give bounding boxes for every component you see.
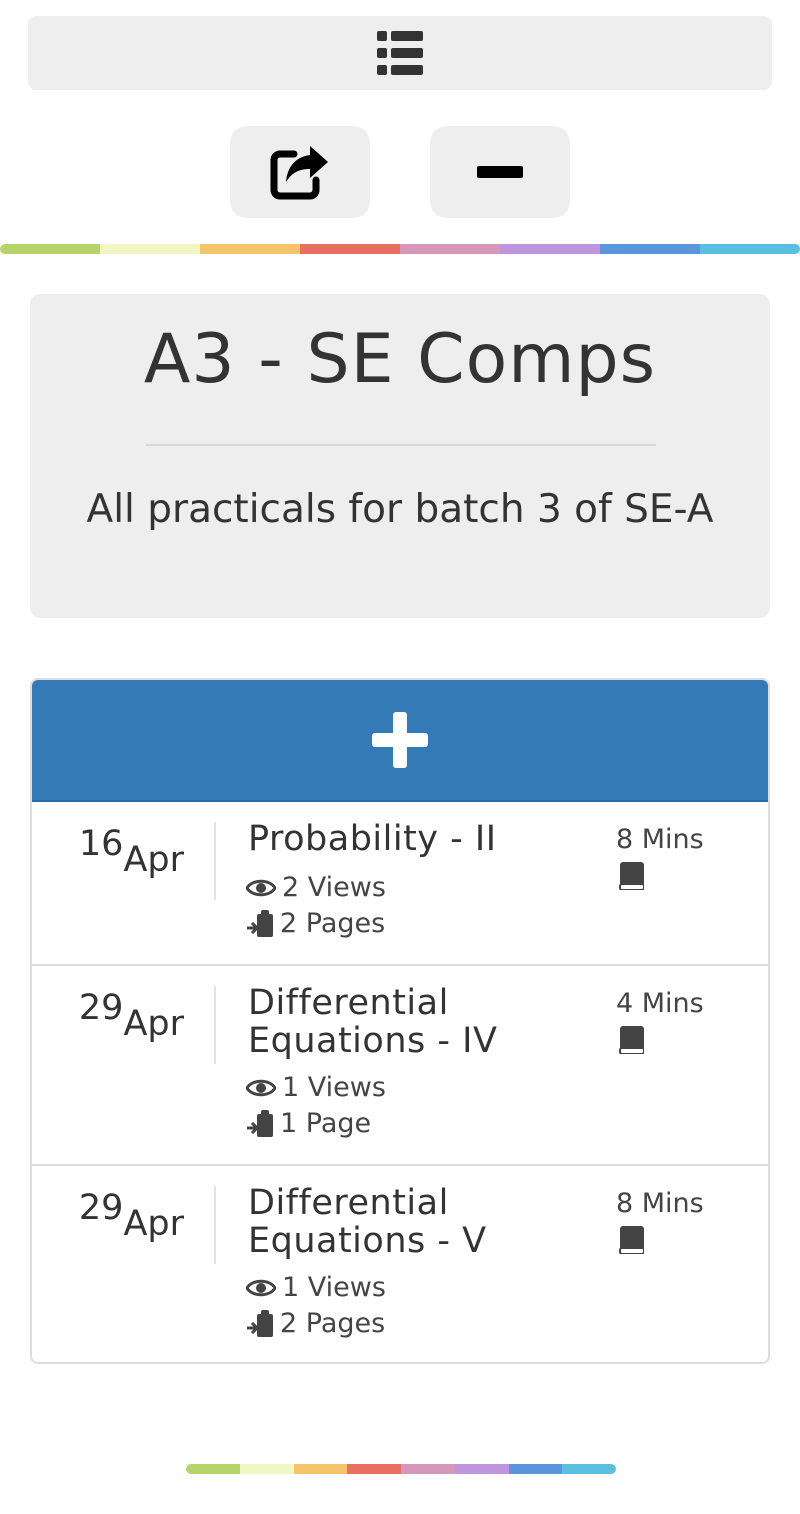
entry-title[interactable]: Differential Equations - IV [248, 984, 578, 1060]
eye-icon [246, 1079, 276, 1096]
divider [214, 986, 216, 1064]
entry-title[interactable]: Probability - II [248, 820, 578, 858]
entry-date: 29Apr [78, 1188, 184, 1244]
entry-date: 16Apr [78, 824, 184, 880]
list-item[interactable]: 16Apr Probability - II 2 Views 2 Pages 8… [32, 802, 768, 964]
entry-duration: 8 Mins [616, 824, 704, 855]
list-item[interactable]: 29Apr Differential Equations - V 1 Views… [32, 1164, 768, 1362]
plus-icon [372, 712, 428, 768]
entry-month: Apr [123, 1204, 184, 1244]
divider [214, 822, 216, 900]
minus-icon [477, 166, 523, 178]
clipboard-icon [247, 1309, 273, 1337]
entry-pages: 2 Pages [246, 908, 385, 939]
entry-title[interactable]: Differential Equations - V [248, 1184, 578, 1260]
remove-button[interactable] [430, 126, 570, 218]
eye-icon [246, 879, 276, 896]
clipboard-icon [247, 909, 273, 937]
entry-duration: 8 Mins [616, 1188, 704, 1219]
entry-views: 1 Views [246, 1272, 386, 1303]
entry-date: 29Apr [78, 988, 184, 1044]
entry-duration: 4 Mins [616, 988, 704, 1019]
header-divider [146, 444, 656, 446]
list-item[interactable]: 29Apr Differential Equations - IV 1 View… [32, 964, 768, 1164]
board-title: A3 - SE Comps [143, 320, 657, 399]
entry-views: 1 Views [246, 1072, 386, 1103]
entry-views: 2 Views [246, 872, 386, 903]
divider [214, 1186, 216, 1264]
pages-count: 1 Page [280, 1108, 372, 1139]
entry-day: 29 [78, 988, 124, 1028]
entry-day: 16 [78, 824, 124, 864]
entries-panel: 16Apr Probability - II 2 Views 2 Pages 8… [30, 678, 770, 1364]
menu-toggle-bar[interactable] [28, 16, 772, 90]
share-icon [270, 146, 328, 200]
pages-count: 2 Pages [280, 908, 386, 939]
rainbow-divider [0, 244, 800, 254]
entry-pages: 2 Pages [246, 1308, 385, 1339]
board-description: All practicals for batch 3 of SE-A [86, 487, 714, 532]
entry-month: Apr [123, 1004, 184, 1044]
views-count: 1 Views [282, 1072, 386, 1103]
rainbow-footer [186, 1464, 616, 1474]
eye-icon [246, 1279, 276, 1296]
entry-pages: 1 Page [246, 1108, 371, 1139]
add-entry-button[interactable] [32, 680, 768, 802]
board-header: A3 - SE Comps All practicals for batch 3… [30, 294, 770, 618]
views-count: 2 Views [282, 872, 386, 903]
book-icon [619, 1026, 644, 1054]
pages-count: 2 Pages [280, 1308, 386, 1339]
book-icon [619, 1226, 644, 1254]
entry-month: Apr [123, 840, 184, 880]
views-count: 1 Views [282, 1272, 386, 1303]
book-icon [619, 862, 644, 890]
entry-day: 29 [78, 1188, 124, 1228]
clipboard-icon [247, 1109, 273, 1137]
share-button[interactable] [230, 126, 370, 218]
list-icon [377, 31, 423, 75]
